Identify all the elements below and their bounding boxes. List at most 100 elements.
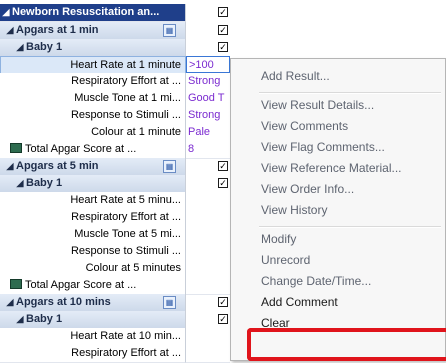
row-label: Total Apgar Score at ... [25, 279, 137, 291]
result-value[interactable] [186, 345, 230, 363]
row-label-cell: Colour at 5 minutes [0, 260, 186, 278]
result-value[interactable] [186, 277, 230, 295]
menu-item-modify[interactable]: Modify [261, 232, 296, 246]
row-label: Muscle Tone at 5 mi... [74, 228, 181, 240]
root-checkbox[interactable]: ✓ [218, 7, 228, 17]
total-score-row[interactable]: Total Apgar Score at ... 8 [0, 141, 230, 159]
row-label: Total Apgar Score at ... [25, 143, 137, 155]
result-row[interactable]: Respiratory Effort at ... [0, 345, 230, 363]
tree-root-row[interactable]: ◢ Newborn Resuscitation an... ✓ [0, 4, 230, 22]
menu-item-change-date-time[interactable]: Change Date/Time... [261, 274, 371, 288]
row-label-cell: Respiratory Effort at ... [0, 73, 186, 91]
row-label-cell: ◢ Apgars at 5 min [0, 158, 186, 176]
row-label: Baby 1 [26, 313, 63, 325]
group-checkbox[interactable]: ✓ [218, 42, 228, 52]
row-label: Heart Rate at 1 minute [70, 59, 181, 71]
result-value[interactable]: Strong [186, 107, 230, 125]
result-value[interactable]: >100 [186, 56, 230, 74]
tree-group-row[interactable]: ◢ Baby 1 ✓ [0, 39, 230, 57]
red-highlight-box [247, 328, 446, 361]
row-label: Heart Rate at 5 minu... [70, 194, 181, 206]
row-label: Respiratory Effort at ... [71, 211, 181, 223]
result-value[interactable] [186, 226, 230, 244]
row-label: Baby 1 [26, 177, 63, 189]
group-checkbox[interactable]: ✓ [218, 25, 228, 35]
result-row[interactable]: Muscle Tone at 1 mi... Good T [0, 90, 230, 108]
group-checkbox[interactable]: ✓ [218, 314, 228, 324]
row-label-cell: ◢ Baby 1 [0, 39, 186, 57]
result-value[interactable] [186, 328, 230, 346]
menu-item-view-result-details[interactable]: View Result Details... [261, 98, 374, 112]
row-label-cell: Colour at 1 minute [0, 124, 186, 142]
collapse-arrow-icon[interactable]: ◢ [0, 4, 12, 21]
tree-group-row[interactable]: ◢ Apgars at 10 mins ▦ ✓ [0, 294, 230, 312]
total-score-row[interactable]: Total Apgar Score at ... [0, 277, 230, 295]
row-label: Heart Rate at 10 min... [70, 330, 181, 342]
collapse-arrow-icon[interactable]: ◢ [14, 39, 26, 56]
menu-item-unrecord[interactable]: Unrecord [261, 253, 310, 267]
collapse-arrow-icon[interactable]: ◢ [4, 158, 16, 175]
row-label: Respiratory Effort at ... [71, 75, 181, 87]
result-row[interactable]: Muscle Tone at 5 mi... [0, 226, 230, 244]
row-label-cell: Response to Stimuli ... [0, 107, 186, 125]
menu-item-add-comment[interactable]: Add Comment [261, 295, 338, 309]
result-row[interactable]: Heart Rate at 10 min... [0, 328, 230, 346]
result-row[interactable]: Colour at 5 minutes [0, 260, 230, 278]
menu-item-view-order-info[interactable]: View Order Info... [261, 182, 354, 196]
menu-separator [259, 92, 441, 94]
collapse-arrow-icon[interactable]: ◢ [14, 311, 26, 328]
row-label-cell: ◢ Baby 1 [0, 311, 186, 329]
row-label: Apgars at 1 min [16, 24, 99, 36]
result-value[interactable] [186, 243, 230, 261]
group-checkbox[interactable]: ✓ [218, 297, 228, 307]
context-menu: Add Result... View Result Details... View … [230, 58, 446, 361]
row-label: Colour at 1 minute [91, 126, 181, 138]
result-value[interactable]: Pale [186, 124, 230, 142]
result-value[interactable] [186, 209, 230, 227]
row-label-cell: Heart Rate at 5 minu... [0, 192, 186, 210]
result-row[interactable]: Respiratory Effort at ... [0, 209, 230, 227]
tree-group-row[interactable]: ◢ Baby 1 ✓ [0, 175, 230, 193]
row-label-cell: Heart Rate at 10 min... [0, 328, 186, 346]
calculator-icon [10, 143, 22, 153]
row-label-cell: Total Apgar Score at ... [0, 141, 186, 159]
result-value[interactable] [186, 192, 230, 210]
result-value[interactable]: Good T [186, 90, 230, 108]
result-row[interactable]: Heart Rate at 5 minu... [0, 192, 230, 210]
result-value[interactable]: 8 [186, 141, 230, 159]
group-grid-icon[interactable]: ▦ [163, 160, 176, 173]
collapse-arrow-icon[interactable]: ◢ [4, 22, 16, 39]
result-value[interactable] [186, 260, 230, 278]
collapse-arrow-icon[interactable]: ◢ [4, 294, 16, 311]
menu-separator [259, 226, 441, 228]
row-label-cell: Heart Rate at 1 minute [0, 56, 186, 74]
tree-group-row[interactable]: ◢ Apgars at 1 min ▦ ✓ [0, 22, 230, 40]
result-row[interactable]: Response to Stimuli ... Strong [0, 107, 230, 125]
row-label-cell: Muscle Tone at 1 mi... [0, 90, 186, 108]
group-checkbox[interactable]: ✓ [218, 178, 228, 188]
menu-item-view-reference-material[interactable]: View Reference Material... [261, 161, 402, 175]
result-row[interactable]: Colour at 1 minute Pale [0, 124, 230, 142]
row-label-cell: Muscle Tone at 5 mi... [0, 226, 186, 244]
result-value[interactable]: Strong [186, 73, 230, 91]
row-label-cell: Respiratory Effort at ... [0, 345, 186, 363]
result-row[interactable]: Respiratory Effort at ... Strong [0, 73, 230, 91]
tree-root-label: ◢ Newborn Resuscitation an... [0, 4, 186, 22]
group-grid-icon[interactable]: ▦ [163, 24, 176, 37]
result-row[interactable]: Heart Rate at 1 minute >100 [0, 56, 230, 74]
group-grid-icon[interactable]: ▦ [163, 296, 176, 309]
menu-item-view-history[interactable]: View History [261, 203, 327, 217]
menu-item-add-result[interactable]: Add Result... [261, 69, 330, 83]
tree-group-row[interactable]: ◢ Apgars at 5 min ▦ ✓ [0, 158, 230, 176]
result-row[interactable]: Response to Stimuli ... [0, 243, 230, 261]
row-label-cell: Response to Stimuli ... [0, 243, 186, 261]
row-label-cell: Respiratory Effort at ... [0, 209, 186, 227]
tree-group-row[interactable]: ◢ Baby 1 ✓ [0, 311, 230, 329]
row-label: Response to Stimuli ... [70, 245, 181, 257]
menu-item-view-comments[interactable]: View Comments [261, 119, 348, 133]
group-checkbox[interactable]: ✓ [218, 161, 228, 171]
row-label: Response to Stimuli ... [70, 109, 181, 121]
collapse-arrow-icon[interactable]: ◢ [14, 175, 26, 192]
menu-item-view-flag-comments[interactable]: View Flag Comments... [261, 140, 385, 154]
row-label: Baby 1 [26, 41, 63, 53]
